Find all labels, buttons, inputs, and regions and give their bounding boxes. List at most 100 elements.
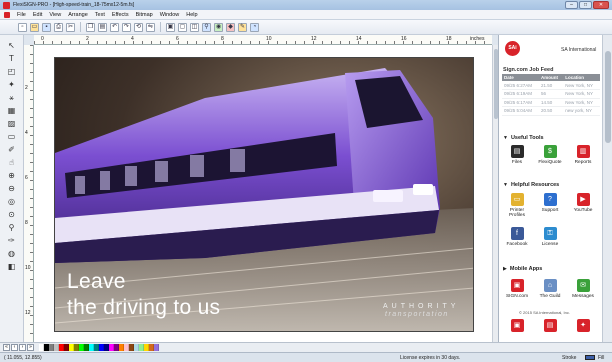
menu-arrange[interactable]: Arrange <box>68 12 88 18</box>
table-row[interactable]: 09/25 6:27AM 21.50 New York, NY <box>502 81 600 90</box>
print-icon[interactable]: ⎙ <box>54 22 63 32</box>
brand-tagline[interactable]: transportation <box>385 311 449 318</box>
menu-effects[interactable]: Effects <box>112 12 129 18</box>
knife-tool-icon[interactable]: ⚹ <box>5 93 19 103</box>
hand-tool-icon[interactable]: ☝ <box>5 158 19 168</box>
eyedropper-tool-icon[interactable]: ✑ <box>5 236 19 246</box>
brand-name[interactable]: AUTHORITY <box>383 303 459 310</box>
rotate-icon[interactable]: ⟲ <box>134 22 143 32</box>
table-row[interactable]: 09/25 6:19AM 56 New York, NY <box>502 89 600 99</box>
app-the-guild[interactable]: ⌂ The Guild <box>535 279 565 299</box>
ruler-label: 0 <box>41 36 44 42</box>
resource-printer-profiles[interactable]: ▭ Printer Profiles <box>502 193 532 218</box>
copy-icon[interactable]: ❐ <box>86 22 95 32</box>
app-extra-2[interactable]: ▤ <box>535 319 565 334</box>
expand-arrow-icon: ▼ <box>503 182 508 188</box>
headline-line-1[interactable]: Leave <box>67 270 126 294</box>
menu-file[interactable]: File <box>17 12 26 18</box>
ruler-label: 8 <box>221 36 224 42</box>
redo-icon[interactable]: ↷ <box>122 22 131 32</box>
cut-icon[interactable]: ✂ <box>66 22 75 32</box>
tile-label: The Guild <box>539 294 561 299</box>
zoom-out-tool-icon[interactable]: ⊖ <box>5 184 19 194</box>
app-extra-1[interactable]: ▣ <box>502 319 532 334</box>
menu-edit[interactable]: Edit <box>33 12 42 18</box>
design-workspace[interactable]: Leave the driving to us AUTHORITY transp… <box>34 45 492 342</box>
pen-tool-icon[interactable]: ✐ <box>5 145 19 155</box>
helpful-resources-header[interactable]: ▼ Helpful Resources <box>503 182 559 188</box>
document-icon[interactable] <box>4 11 10 18</box>
paste-icon[interactable]: ▤ <box>98 22 107 32</box>
save-icon[interactable]: ▪ <box>42 22 51 32</box>
menu-bitmap[interactable]: Bitmap <box>136 12 153 18</box>
cut-send-icon[interactable]: ✎ <box>238 22 247 32</box>
eraser-tool-icon[interactable]: ▦ <box>5 106 19 116</box>
mobile-apps-header[interactable]: ▶ Mobile Apps <box>503 266 542 272</box>
cell-amount: 21.50 <box>539 81 564 90</box>
flexiquote-icon: $ <box>543 145 557 158</box>
table-row[interactable]: 09/25 6:17AM 14.50 New York, NY <box>502 98 600 107</box>
copyright-footer: © 2015 SA International, Inc. <box>519 310 570 315</box>
shape-tool-icon[interactable]: ◰ <box>5 67 19 77</box>
stroke-swatch[interactable] <box>585 355 595 360</box>
new-icon[interactable]: ▫ <box>18 22 27 32</box>
mirror-icon[interactable]: ⇋ <box>146 22 155 32</box>
sai-logo[interactable]: SAi <box>505 41 520 56</box>
line-tool-icon[interactable]: ▭ <box>5 132 19 142</box>
artboard[interactable]: Leave the driving to us AUTHORITY transp… <box>54 57 474 332</box>
table-row[interactable]: 09/25 5:04AM 20.50 new york, NY <box>502 106 600 116</box>
sai-side-panel: SAi SA International Sign.com Job Feed D… <box>498 35 602 342</box>
zoom-icon[interactable]: ⚲ <box>202 22 211 32</box>
page-prev-icon[interactable]: ‹ <box>11 344 18 351</box>
color-swatch[interactable] <box>154 344 159 351</box>
maximize-button[interactable]: □ <box>579 1 592 9</box>
page-last-icon[interactable]: » <box>27 344 34 351</box>
tool-reports[interactable]: ▥ Reports <box>568 145 598 165</box>
menu-text[interactable]: Text <box>95 12 105 18</box>
tool-files[interactable]: ▤ Files <box>502 145 532 165</box>
magnifier-tool-icon[interactable]: ◍ <box>5 249 19 259</box>
fill-label: Fill <box>598 355 605 361</box>
group-icon[interactable]: ▣ <box>166 22 175 32</box>
menu-window[interactable]: Window <box>160 12 180 18</box>
column-header-amount: Amount <box>539 74 564 81</box>
ungroup-icon[interactable]: ▢ <box>178 22 187 32</box>
resource-youtube[interactable]: ▶ YouTube <box>568 193 598 213</box>
app-extra-icon: ▤ <box>543 319 557 332</box>
scrollbar-thumb[interactable] <box>605 51 611 143</box>
tool-flexiquote[interactable]: $ FlexiQuote <box>535 145 565 165</box>
title-bar: FlexiSIGN-PRO - [High-speed-train_18-75m… <box>0 0 612 10</box>
layers-tool-icon[interactable]: ◧ <box>5 262 19 272</box>
app-signcom[interactable]: ▣ SIGN.com <box>502 279 532 299</box>
weld-icon[interactable]: ◫ <box>190 22 199 32</box>
zoom-page-tool-icon[interactable]: ⊙ <box>5 210 19 220</box>
print-cut-icon[interactable]: ◔ <box>250 22 259 32</box>
headline-line-2[interactable]: the driving to us <box>67 296 220 320</box>
undo-icon[interactable]: ↶ <box>110 22 119 32</box>
cell-location: new york, NY <box>563 106 600 116</box>
zoom-in-tool-icon[interactable]: ⊕ <box>5 171 19 181</box>
menu-view[interactable]: View <box>49 12 61 18</box>
app-messages[interactable]: ✉ Messages <box>568 279 598 299</box>
minimize-button[interactable]: – <box>565 1 578 9</box>
panel-scrollbar[interactable] <box>602 35 612 342</box>
resource-facebook[interactable]: f Facebook <box>502 227 532 247</box>
color-icon[interactable]: ◉ <box>214 22 223 32</box>
open-icon[interactable]: ▭ <box>30 22 39 32</box>
fill-icon[interactable]: ◆ <box>226 22 235 32</box>
page-next-icon[interactable]: › <box>19 344 26 351</box>
useful-tools-header[interactable]: ▼ Useful Tools <box>503 135 544 141</box>
fill-tool-icon[interactable]: ▨ <box>5 119 19 129</box>
resource-support[interactable]: ? Support <box>535 193 565 213</box>
measure-tool-icon[interactable]: ⚲ <box>5 223 19 233</box>
menu-help[interactable]: Help <box>186 12 197 18</box>
close-button[interactable]: ✕ <box>593 1 609 9</box>
zoom-fit-tool-icon[interactable]: ◎ <box>5 197 19 207</box>
pointer-tool-icon[interactable]: ↖ <box>5 41 19 51</box>
text-tool-icon[interactable]: T <box>5 54 19 64</box>
ruler-label: 6 <box>176 36 179 42</box>
app-extra-3[interactable]: ✦ <box>568 319 598 334</box>
resource-license[interactable]: ⚿ License <box>535 227 565 247</box>
node-tool-icon[interactable]: ✦ <box>5 80 19 90</box>
page-first-icon[interactable]: « <box>3 344 10 351</box>
